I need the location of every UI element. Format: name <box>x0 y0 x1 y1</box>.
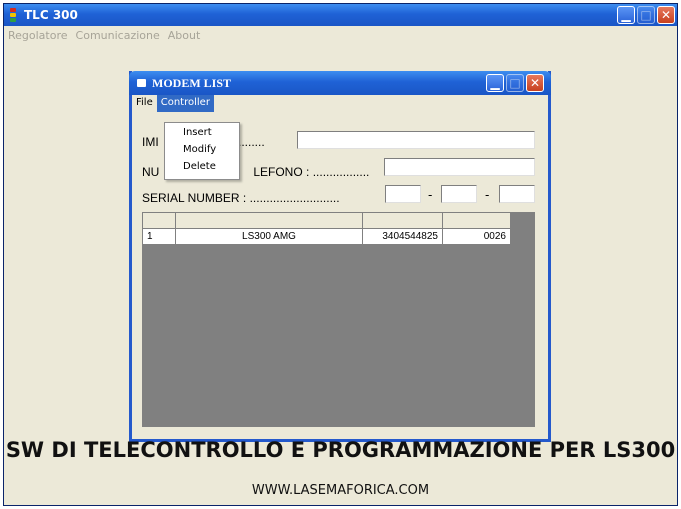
modem-window-title: MODEM LIST <box>152 75 232 90</box>
main-titlebar[interactable]: TLC 300 ▁ □ ✕ <box>4 4 677 26</box>
phone-field[interactable] <box>384 158 535 176</box>
menu-item-insert[interactable]: Insert <box>165 125 239 142</box>
menu-comunicazione[interactable]: Comunicazione <box>76 29 160 42</box>
modem-grid[interactable]: 1 LS300 AMG 3404544825 0026 <box>142 212 535 427</box>
row-serial: 0026 <box>443 229 511 245</box>
maximize-button[interactable]: □ <box>637 6 655 24</box>
menu-controller[interactable]: Controller <box>156 95 214 112</box>
menu-item-delete[interactable]: Delete <box>165 159 239 176</box>
table-row[interactable]: 1 LS300 AMG 3404544825 0026 <box>143 229 511 245</box>
close-icon: ✕ <box>660 8 672 22</box>
modem-maximize-button[interactable]: □ <box>506 74 524 92</box>
row-index: 1 <box>143 229 176 245</box>
footer-headline: SW DI TELECONTROLLO E PROGRAMMAZIONE PER… <box>5 438 676 462</box>
serial-field-3[interactable] <box>499 185 535 203</box>
imei-field[interactable] <box>297 131 535 149</box>
minimize-icon: ▁ <box>490 76 500 90</box>
minimize-icon: ▁ <box>621 8 631 22</box>
row-phone: 3404544825 <box>363 229 443 245</box>
close-icon: ✕ <box>529 76 541 90</box>
controller-dropdown-menu: Insert Modify Delete <box>164 122 240 180</box>
main-window-title: TLC 300 <box>24 8 78 22</box>
close-button[interactable]: ✕ <box>657 6 675 24</box>
modem-titlebar[interactable]: MODEM LIST ▁ □ ✕ <box>129 71 551 95</box>
maximize-icon: □ <box>509 76 521 90</box>
grid-header-cell[interactable] <box>143 213 176 229</box>
modem-close-button[interactable]: ✕ <box>526 74 544 92</box>
maximize-icon: □ <box>640 8 652 22</box>
grid-header-cell[interactable] <box>176 213 363 229</box>
row-name: LS300 AMG <box>176 229 363 245</box>
grid-header-cell[interactable] <box>363 213 443 229</box>
main-menubar: Regolatore Comunicazione About <box>4 26 677 44</box>
modem-minimize-button[interactable]: ▁ <box>486 74 504 92</box>
serial-separator-2: - <box>485 188 490 202</box>
footer-url: WWW.LASEMAFORICA.COM <box>251 483 430 498</box>
serial-separator-1: - <box>428 188 433 202</box>
traffic-light-icon <box>8 8 18 22</box>
menu-regolatore[interactable]: Regolatore <box>8 29 68 42</box>
menu-about[interactable]: About <box>168 29 201 42</box>
minimize-button[interactable]: ▁ <box>617 6 635 24</box>
serial-field-2[interactable] <box>441 185 477 203</box>
serial-field-1[interactable] <box>385 185 421 203</box>
grid-header-cell[interactable] <box>443 213 511 229</box>
modem-window-icon <box>137 79 146 87</box>
menu-file[interactable]: File <box>132 95 157 112</box>
serial-label: SERIAL NUMBER : ........................… <box>142 191 340 205</box>
grid-header-row <box>143 213 511 229</box>
modem-menubar: File Controller <box>132 95 548 112</box>
menu-item-modify[interactable]: Modify <box>165 142 239 159</box>
